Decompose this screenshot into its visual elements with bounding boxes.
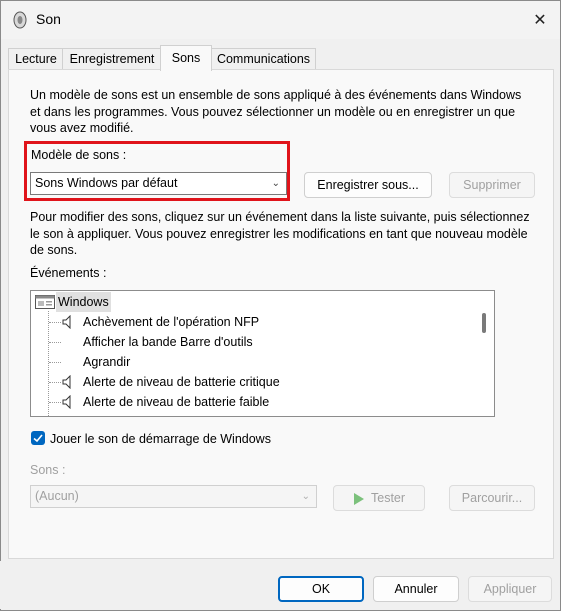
list-item[interactable]: Achèvement de l'opération NFP bbox=[31, 312, 471, 332]
events-list[interactable]: Windows Achèvement de l'opération NFP Af… bbox=[30, 290, 495, 417]
events-label: Événements : bbox=[30, 266, 107, 280]
browse-button[interactable]: Parcourir... bbox=[449, 485, 535, 511]
scheme-select[interactable]: Sons Windows par défaut ⌄ bbox=[30, 172, 287, 195]
delete-button[interactable]: Supprimer bbox=[449, 172, 535, 198]
sounds-label: Sons : bbox=[30, 463, 66, 477]
tab-enregistrement[interactable]: Enregistrement bbox=[62, 48, 162, 70]
instructions-text: Pour modifier des sons, cliquez sur un é… bbox=[30, 210, 530, 257]
event-label: Afficher la bande Barre d'outils bbox=[83, 335, 253, 349]
startup-sound-checkbox[interactable] bbox=[31, 431, 45, 445]
test-button[interactable]: Tester bbox=[333, 485, 425, 511]
tab-label: Communications bbox=[216, 52, 311, 66]
close-button[interactable]: ✕ bbox=[525, 7, 555, 33]
event-label: Alerte de niveau de batterie faible bbox=[83, 395, 270, 409]
tab-label: Sons bbox=[171, 51, 201, 65]
speaker-icon bbox=[62, 315, 71, 329]
test-label: Tester bbox=[371, 491, 406, 505]
sound-select[interactable]: (Aucun) ⌄ bbox=[30, 485, 317, 508]
startup-sound-label: Jouer le son de démarrage de Windows bbox=[50, 432, 271, 446]
root-label: Windows bbox=[56, 292, 111, 312]
window-title: Son bbox=[36, 11, 61, 27]
list-item[interactable]: Alerte de niveau de batterie critique bbox=[31, 372, 471, 392]
close-icon: ✕ bbox=[533, 12, 547, 29]
tab-label: Lecture bbox=[15, 52, 57, 66]
tab-communications[interactable]: Communications bbox=[211, 48, 316, 70]
windows-group-icon bbox=[35, 295, 55, 309]
speaker-app-icon bbox=[13, 11, 27, 29]
checkmark-icon bbox=[33, 434, 43, 443]
list-item[interactable]: Agrandir bbox=[31, 352, 471, 372]
event-label: Alerte de niveau de batterie critique bbox=[83, 375, 280, 389]
play-icon bbox=[354, 493, 364, 505]
intro-text: Un modèle de sons est un ensemble de son… bbox=[30, 88, 522, 135]
chevron-down-icon: ⌄ bbox=[271, 178, 280, 189]
list-item[interactable]: Alerte de niveau de batterie faible bbox=[31, 392, 471, 412]
tab-lecture[interactable]: Lecture bbox=[8, 48, 64, 70]
scrollbar-thumb[interactable] bbox=[482, 313, 486, 333]
speaker-icon bbox=[62, 395, 71, 409]
scheme-label: Modèle de sons : bbox=[31, 148, 127, 162]
list-item[interactable]: Afficher la bande Barre d'outils bbox=[31, 332, 471, 352]
title-bar: Son ✕ bbox=[1, 1, 560, 39]
apply-button[interactable]: Appliquer bbox=[468, 576, 552, 602]
cancel-button[interactable]: Annuler bbox=[373, 576, 459, 602]
tab-label: Enregistrement bbox=[69, 52, 155, 66]
scheme-value: Sons Windows par défaut bbox=[35, 176, 178, 190]
event-label: Agrandir bbox=[83, 355, 131, 369]
sound-value: (Aucun) bbox=[35, 489, 79, 503]
speaker-icon bbox=[62, 375, 71, 389]
ok-button[interactable]: OK bbox=[278, 576, 364, 602]
event-label: Achèvement de l'opération NFP bbox=[83, 315, 260, 329]
save-as-button[interactable]: Enregistrer sous... bbox=[304, 172, 432, 198]
chevron-down-icon: ⌄ bbox=[301, 491, 310, 502]
tab-sons[interactable]: Sons bbox=[160, 45, 212, 71]
